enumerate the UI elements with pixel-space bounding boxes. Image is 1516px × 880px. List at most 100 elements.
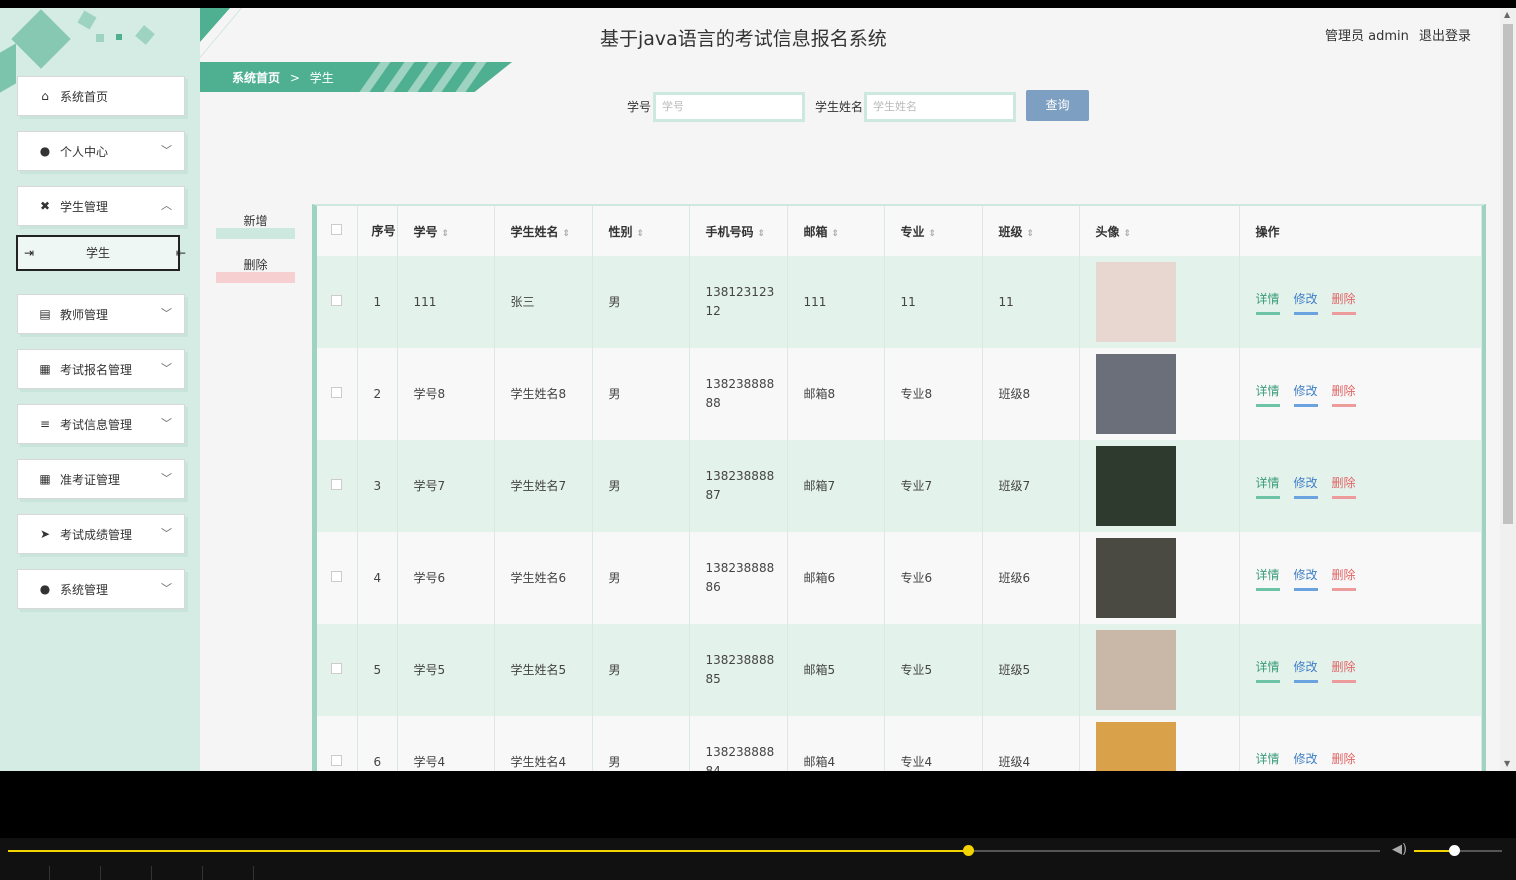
- sort-icon[interactable]: ⇕: [442, 229, 450, 239]
- col-student-id[interactable]: 学号 ⇕: [397, 206, 495, 256]
- taskbar-slot[interactable]: [102, 866, 152, 880]
- edit-link[interactable]: 修改: [1293, 658, 1318, 683]
- col-major[interactable]: 专业 ⇕: [884, 206, 983, 256]
- select-all-checkbox[interactable]: [331, 224, 342, 235]
- col-student-name[interactable]: 学生姓名 ⇕: [494, 206, 593, 256]
- decor-square: [135, 25, 155, 45]
- sort-icon[interactable]: ⇕: [637, 229, 645, 239]
- row-checkbox[interactable]: [331, 294, 342, 306]
- edit-link[interactable]: 修改: [1293, 474, 1318, 499]
- sidebar-item-profile[interactable]: ● 个人中心 ﹀: [17, 131, 185, 171]
- cell-no: 6: [357, 716, 398, 771]
- taskbar-slot[interactable]: [51, 866, 101, 880]
- cell-no: 1: [357, 256, 398, 348]
- delete-button[interactable]: 删除: [216, 256, 295, 283]
- add-button[interactable]: 新增: [216, 212, 295, 239]
- col-phone[interactable]: 手机号码 ⇕: [689, 206, 788, 256]
- delete-link[interactable]: 删除: [1331, 290, 1356, 315]
- sidebar-item-system[interactable]: ● 系统管理 ﹀: [17, 569, 185, 609]
- detail-link[interactable]: 详情: [1256, 750, 1280, 772]
- col-class[interactable]: 班级 ⇕: [982, 206, 1080, 256]
- edit-link[interactable]: 修改: [1293, 566, 1318, 591]
- logout-link[interactable]: 退出登录: [1419, 29, 1471, 44]
- video-player-bar: ◀): [0, 838, 1516, 880]
- detail-link[interactable]: 详情: [1255, 290, 1280, 315]
- cell-phone: 138123123 12: [689, 256, 788, 348]
- sort-icon[interactable]: ⇕: [1027, 229, 1035, 239]
- cell-class: 班级8: [982, 348, 1080, 440]
- col-avatar[interactable]: 头像 ⇕: [1079, 206, 1240, 256]
- avatar: [1095, 446, 1176, 526]
- taskbar-slot[interactable]: [153, 866, 203, 880]
- cell-student-id: 学号7: [397, 440, 495, 532]
- detail-link[interactable]: 详情: [1255, 474, 1280, 499]
- volume-knob[interactable]: [1448, 845, 1460, 856]
- chevron-down-icon: ﹀: [161, 417, 172, 430]
- query-button[interactable]: 查询: [1026, 90, 1089, 121]
- cell-major: 专业8: [884, 348, 983, 440]
- sidebar-item-admission-ticket[interactable]: ▦ 准考证管理 ﹀: [17, 459, 185, 499]
- page-scrollbar[interactable]: ▲ ▼: [1500, 8, 1516, 771]
- sidebar-item-label: 考试报名管理: [60, 363, 133, 377]
- detail-link[interactable]: 详情: [1255, 382, 1280, 407]
- edit-link[interactable]: 修改: [1293, 382, 1318, 407]
- add-button-bar: [216, 228, 295, 239]
- col-gender[interactable]: 性别 ⇕: [592, 206, 690, 256]
- sort-icon[interactable]: ⇕: [563, 229, 571, 239]
- volume-track[interactable]: [1414, 845, 1502, 856]
- sidebar-item-teacher-mgmt[interactable]: ▤ 教师管理 ﹀: [17, 294, 185, 334]
- phone-line-1: 138238888: [705, 377, 775, 391]
- sidebar-item-label: 学生管理: [60, 200, 109, 214]
- row-checkbox[interactable]: [331, 662, 342, 674]
- delete-link[interactable]: 删除: [1332, 750, 1356, 772]
- chevron-down-icon: ﹀: [161, 144, 172, 157]
- scroll-thumb[interactable]: [1503, 24, 1513, 524]
- student-name-input[interactable]: 学生姓名: [864, 92, 1016, 122]
- col-actions: 操作: [1239, 206, 1482, 256]
- delete-link[interactable]: 删除: [1331, 658, 1356, 683]
- delete-link[interactable]: 删除: [1331, 474, 1356, 499]
- sort-icon[interactable]: ⇕: [929, 229, 937, 239]
- cell-phone: 138238888 88: [689, 348, 788, 440]
- cell-phone: 138238888 85: [689, 624, 788, 716]
- row-checkbox[interactable]: [331, 570, 342, 582]
- progress-track[interactable]: [8, 845, 1380, 856]
- taskbar-slot[interactable]: [0, 866, 50, 880]
- sidebar-item-home[interactable]: ⌂ 系统首页: [17, 76, 185, 116]
- taskbar-slot[interactable]: [204, 866, 254, 880]
- sidebar-item-exam-scores[interactable]: ➤ 考试成绩管理 ﹀: [17, 514, 185, 554]
- decor-square: [77, 10, 97, 30]
- student-id-input[interactable]: 学号: [653, 92, 805, 122]
- detail-link[interactable]: 详情: [1255, 566, 1280, 591]
- delete-link[interactable]: 删除: [1331, 566, 1356, 591]
- row-checkbox[interactable]: [331, 386, 342, 398]
- row-checkbox[interactable]: [331, 754, 342, 766]
- col-label: 班级: [998, 224, 1023, 239]
- detail-link[interactable]: 详情: [1255, 658, 1280, 683]
- cell-no: 2: [357, 348, 398, 440]
- scroll-up-icon[interactable]: ▲: [1504, 10, 1510, 19]
- cell-major: 专业6: [884, 532, 983, 624]
- edit-link[interactable]: 修改: [1293, 290, 1318, 315]
- sidebar-item-exam-info[interactable]: ≡ 考试信息管理 ﹀: [17, 404, 185, 444]
- row-checkbox[interactable]: [331, 478, 342, 490]
- sort-icon[interactable]: ⇕: [1124, 229, 1132, 239]
- sidebar-item-label: 教师管理: [60, 308, 109, 322]
- col-email[interactable]: 邮箱 ⇕: [787, 206, 885, 256]
- edit-link[interactable]: 修改: [1294, 750, 1318, 772]
- sidebar-item-student-mgmt[interactable]: ✖ 学生管理 ︿: [17, 186, 185, 226]
- scroll-down-icon[interactable]: ▼: [1504, 759, 1510, 768]
- volume-icon[interactable]: ◀): [1392, 842, 1407, 857]
- sort-icon[interactable]: ⇕: [832, 229, 840, 239]
- breadcrumb-home[interactable]: 系统首页: [232, 71, 280, 85]
- sort-icon[interactable]: ⇕: [758, 229, 766, 239]
- col-no: 序号: [357, 206, 398, 256]
- col-label: 学号: [413, 224, 438, 239]
- col-label: 头像: [1095, 224, 1120, 239]
- delete-link[interactable]: 删除: [1331, 382, 1356, 407]
- sidebar-subitem-student[interactable]: ⇥ 学生 ⇤: [16, 235, 186, 271]
- chevron-up-icon: ︿: [161, 199, 172, 212]
- progress-knob[interactable]: [963, 845, 975, 856]
- progress-fill: [8, 850, 969, 852]
- sidebar-item-exam-registration[interactable]: ▦ 考试报名管理 ﹀: [17, 349, 185, 389]
